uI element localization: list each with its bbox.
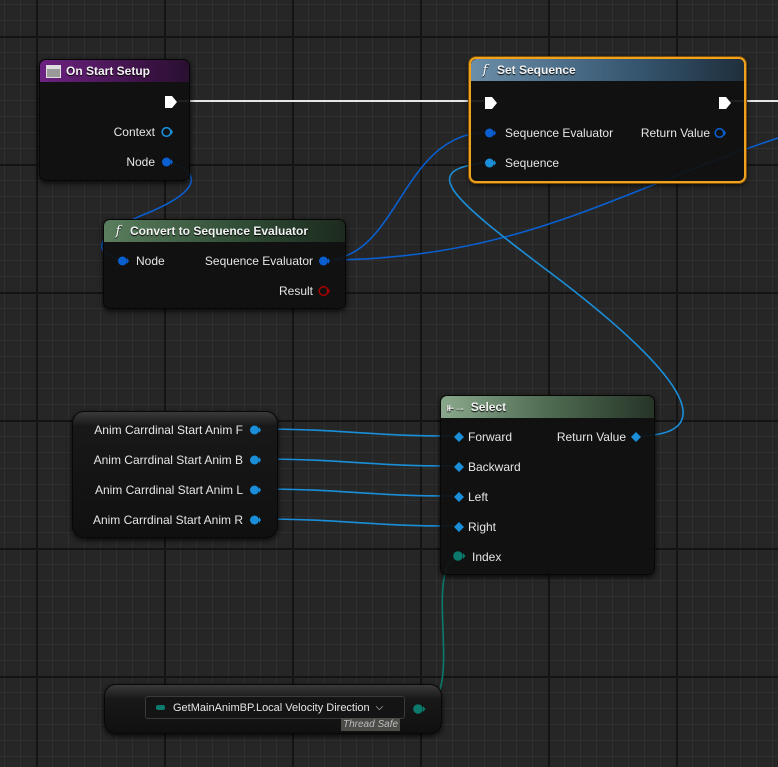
node-title: On Start Setup — [66, 64, 151, 78]
function-icon: f — [482, 62, 488, 78]
thread-safe-badge: Thread Safe — [341, 718, 401, 731]
wire-anim-b — [253, 458, 459, 467]
anim-var-l-pin[interactable] — [249, 484, 261, 496]
value-out-pin[interactable] — [412, 703, 426, 715]
convert-node[interactable]: f Convert to Sequence Evaluator Node Seq… — [103, 219, 346, 309]
select-icon: ⫦→ — [447, 399, 466, 414]
left-pin[interactable] — [453, 491, 465, 503]
node-title: Set Sequence — [497, 63, 576, 77]
sequence-pin[interactable] — [484, 157, 496, 169]
wire-anim-l — [253, 488, 459, 497]
left-label: Left — [468, 490, 489, 504]
exec-out-pin[interactable] — [164, 95, 178, 109]
anim-var-r-label: Anim Carrdinal Start Anim R — [92, 513, 243, 527]
sequence-evaluator-label: Sequence Evaluator — [204, 254, 313, 268]
forward-label: Forward — [468, 430, 513, 444]
on-start-setup-header[interactable]: On Start Setup — [40, 60, 189, 82]
context-label: Context — [113, 125, 155, 139]
node-pin[interactable] — [161, 156, 173, 168]
anim-var-b-label: Anim Carrdinal Start Anim B — [93, 453, 243, 467]
return-value-pin[interactable] — [714, 127, 726, 139]
anim-variables-node[interactable]: Anim Carrdinal Start Anim F Anim Carrdin… — [72, 411, 278, 538]
anim-var-l-label: Anim Carrdinal Start Anim L — [94, 483, 243, 497]
set-sequence-header[interactable]: f Set Sequence — [471, 59, 744, 81]
anim-var-r-pin[interactable] — [249, 514, 261, 526]
context-pin[interactable] — [161, 126, 173, 138]
property-access-node[interactable]: GetMainAnimBP.Local Velocity Direction ⌵… — [104, 684, 442, 734]
node-label: Node — [136, 254, 165, 268]
anim-var-f-pin[interactable] — [249, 424, 261, 436]
anim-var-f-label: Anim Carrdinal Start Anim F — [94, 423, 243, 437]
result-pin[interactable] — [318, 285, 330, 297]
index-pin[interactable] — [452, 550, 466, 562]
sequence-label: Sequence — [505, 156, 560, 170]
function-icon: f — [115, 223, 121, 239]
sequence-evaluator-pin[interactable] — [484, 127, 496, 139]
wire-anim-r — [253, 518, 459, 527]
exec-in-pin[interactable] — [484, 96, 498, 110]
select-header[interactable]: ⫦→ Select — [441, 396, 654, 418]
property-path-text: GetMainAnimBP.Local Velocity Direction — [173, 701, 370, 714]
chevron-down-icon: ⌵ — [375, 702, 384, 713]
on-start-setup-node[interactable]: On Start Setup Context Node — [39, 59, 190, 181]
byte-type-icon — [156, 705, 165, 710]
backward-label: Backward — [468, 460, 521, 474]
node-title: Select — [470, 400, 507, 414]
node-title: Convert to Sequence Evaluator — [130, 224, 309, 238]
exec-out-pin[interactable] — [718, 96, 732, 110]
wire-anim-f — [253, 428, 459, 437]
return-value-label: Return Value — [640, 126, 710, 140]
return-value-label: Return Value — [556, 430, 626, 444]
event-icon — [46, 64, 61, 78]
right-pin[interactable] — [453, 521, 465, 533]
sequence-evaluator-out-pin[interactable] — [318, 255, 330, 267]
forward-pin[interactable] — [453, 431, 465, 443]
property-path-dropdown[interactable]: GetMainAnimBP.Local Velocity Direction ⌵ — [145, 696, 405, 719]
node-in-pin[interactable] — [117, 255, 129, 267]
set-sequence-node[interactable]: f Set Sequence Sequence Evaluator Return… — [469, 57, 746, 183]
anim-var-b-pin[interactable] — [249, 454, 261, 466]
sequence-evaluator-label: Sequence Evaluator — [505, 126, 614, 140]
right-label: Right — [468, 520, 497, 534]
convert-header[interactable]: f Convert to Sequence Evaluator — [104, 220, 345, 242]
result-label: Result — [278, 284, 313, 298]
node-label: Node — [126, 155, 155, 169]
wire-convert-to-setseq — [323, 131, 490, 261]
select-node[interactable]: ⫦→ Select Forward Return Value Backward … — [440, 395, 655, 575]
return-value-pin[interactable] — [630, 431, 642, 443]
index-label: Index — [472, 550, 502, 564]
backward-pin[interactable] — [453, 461, 465, 473]
